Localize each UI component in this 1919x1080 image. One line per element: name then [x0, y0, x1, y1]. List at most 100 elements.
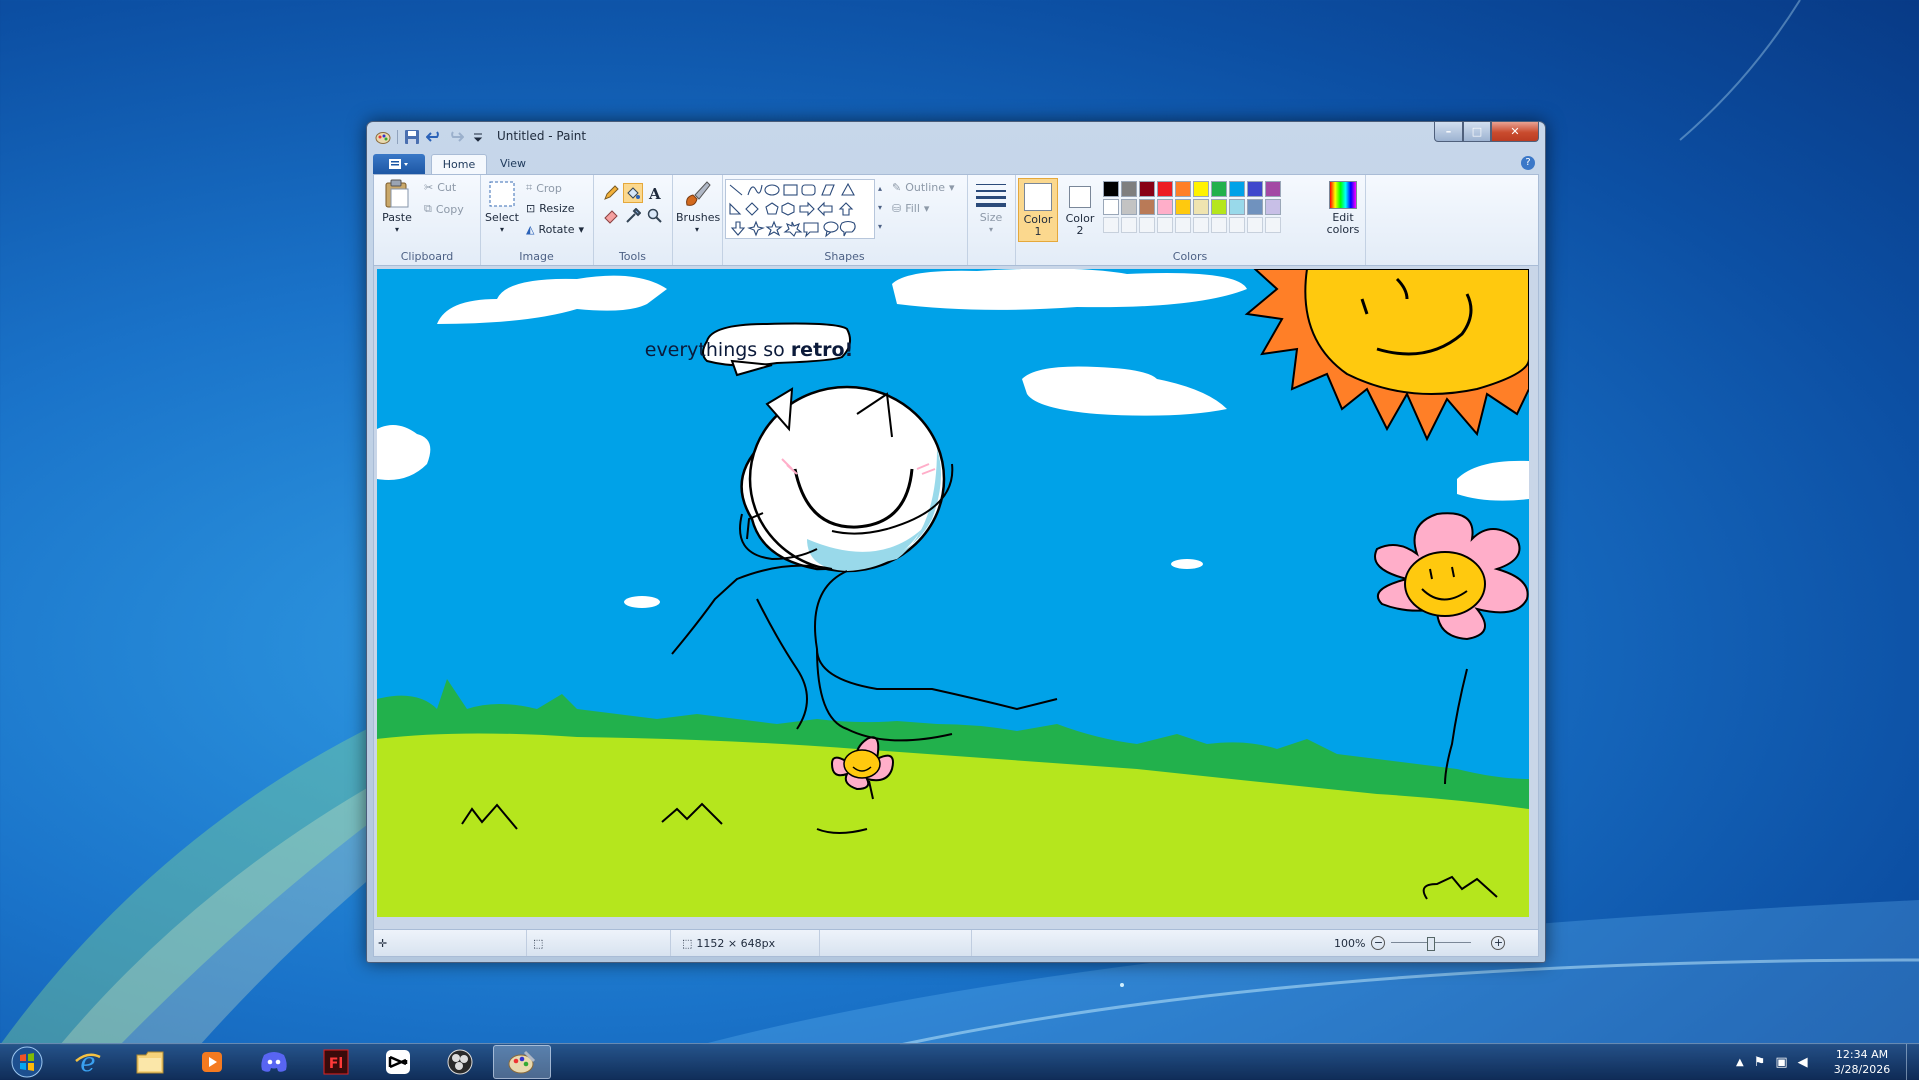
shapes-gallery[interactable]: [725, 179, 875, 239]
maximize-button[interactable]: □: [1463, 122, 1491, 142]
save-icon[interactable]: [404, 129, 420, 145]
redo-icon[interactable]: [448, 129, 464, 145]
palette-swatch[interactable]: [1121, 199, 1137, 215]
taskbar-discord[interactable]: [245, 1045, 303, 1079]
outline-button[interactable]: ✎ Outline ▾: [892, 181, 955, 194]
resize-label: Resize: [539, 202, 575, 215]
palette-swatch-empty[interactable]: [1247, 217, 1263, 233]
palette-swatch-empty[interactable]: [1103, 217, 1119, 233]
resize-button[interactable]: ⊡ Resize: [526, 202, 574, 215]
select-button[interactable]: Select ▾: [484, 179, 520, 236]
crop-button[interactable]: ⌗ Crop: [526, 181, 562, 195]
palette-swatch[interactable]: [1103, 181, 1119, 197]
palette-swatch[interactable]: [1265, 181, 1281, 197]
palette-swatch[interactable]: [1175, 181, 1191, 197]
copy-button[interactable]: ⧉ Copy: [424, 202, 464, 216]
palette-swatch[interactable]: [1157, 181, 1173, 197]
text-icon[interactable]: A: [645, 183, 665, 203]
palette-swatch-empty[interactable]: [1211, 217, 1227, 233]
close-button[interactable]: ✕: [1491, 122, 1539, 142]
colors-group-label: Colors: [1172, 250, 1208, 263]
palette-swatch[interactable]: [1229, 199, 1245, 215]
flash-icon: Fl: [323, 1049, 349, 1075]
palette-swatch-empty[interactable]: [1265, 217, 1281, 233]
eraser-icon[interactable]: [601, 206, 621, 226]
network-icon[interactable]: ▣: [1775, 1055, 1787, 1070]
media-player-icon: [202, 1052, 222, 1072]
tools-group-label: Tools: [618, 250, 647, 263]
fill-bucket-icon[interactable]: [623, 183, 643, 203]
palette-swatch[interactable]: [1247, 199, 1263, 215]
palette-swatch[interactable]: [1175, 199, 1191, 215]
taskbar-file-explorer[interactable]: [121, 1045, 179, 1079]
palette-swatch-empty[interactable]: [1229, 217, 1245, 233]
zoom-slider-thumb[interactable]: [1427, 937, 1436, 951]
palette-swatch-empty[interactable]: [1121, 217, 1137, 233]
title-bar[interactable]: Untitled - Paint – □ ✕: [367, 122, 1545, 152]
clock[interactable]: 12:34 AM 3/28/2026: [1832, 1047, 1892, 1077]
paint-menu-button[interactable]: [373, 154, 425, 174]
magnifier-icon[interactable]: [645, 206, 665, 226]
volume-icon[interactable]: ◀: [1798, 1055, 1808, 1070]
zoom-out-icon[interactable]: −: [1371, 936, 1386, 950]
size-button[interactable]: Size ▾: [973, 181, 1009, 236]
cut-button[interactable]: ✂ Cut: [424, 181, 456, 194]
fill-button[interactable]: ⛁ Fill ▾: [892, 202, 929, 215]
palette-swatch[interactable]: [1265, 199, 1281, 215]
palette-swatch[interactable]: [1211, 199, 1227, 215]
palette-swatch-empty[interactable]: [1139, 217, 1155, 233]
canvas-area[interactable]: everythings so retro!: [373, 265, 1539, 930]
tab-home[interactable]: Home: [431, 154, 487, 175]
help-icon[interactable]: ?: [1521, 156, 1535, 170]
paint-app-icon[interactable]: [375, 129, 391, 145]
speech-text: everythings so retro!: [645, 339, 854, 361]
color-palette: [1103, 181, 1323, 243]
zoom-in-icon[interactable]: +: [1491, 936, 1506, 950]
taskbar-media-player[interactable]: [183, 1045, 241, 1079]
palette-swatch[interactable]: [1139, 199, 1155, 215]
palette-swatch-empty[interactable]: [1157, 217, 1173, 233]
drawing-canvas[interactable]: everythings so retro!: [377, 269, 1529, 917]
color2-button[interactable]: Color 2: [1061, 178, 1099, 242]
palette-swatch[interactable]: [1193, 181, 1209, 197]
taskbar-obs[interactable]: [431, 1045, 489, 1079]
palette-swatch[interactable]: [1103, 199, 1119, 215]
action-center-flag-icon[interactable]: ⚑: [1754, 1055, 1766, 1070]
brushes-button[interactable]: Brushes ▾: [676, 179, 720, 236]
zoom-controls: 100% − +: [1334, 930, 1506, 956]
palette-swatch-empty[interactable]: [1175, 217, 1191, 233]
color2-swatch: [1069, 186, 1091, 208]
edit-colors-button[interactable]: Edit colors: [1325, 179, 1361, 236]
pencil-icon[interactable]: [601, 183, 621, 203]
customize-toolbar-icon[interactable]: [470, 129, 486, 145]
start-button[interactable]: [5, 1045, 49, 1079]
taskbar-capcut[interactable]: [369, 1045, 427, 1079]
rotate-button[interactable]: ◭ Rotate ▾: [526, 223, 584, 236]
zoom-slider[interactable]: [1391, 937, 1472, 951]
palette-swatch-empty[interactable]: [1193, 217, 1209, 233]
selection-size-icon: ⬚: [533, 936, 544, 950]
palette-swatch[interactable]: [1247, 181, 1263, 197]
undo-icon[interactable]: [426, 129, 442, 145]
color-picker-icon[interactable]: [623, 206, 643, 226]
taskbar-internet-explorer[interactable]: e: [59, 1045, 117, 1079]
shapes-scroll[interactable]: ▴ ▾ ▾: [875, 179, 885, 237]
color1-button[interactable]: Color 1: [1018, 178, 1058, 242]
palette-swatch[interactable]: [1157, 199, 1173, 215]
palette-swatch[interactable]: [1193, 199, 1209, 215]
minimize-button[interactable]: –: [1434, 122, 1463, 142]
canvas-size-cell: ⬚ 1152 × 648px: [672, 930, 820, 956]
paint-window: Untitled - Paint – □ ✕ Home View ? Paste…: [366, 121, 1546, 963]
ribbon-tabs: Home View ?: [373, 152, 1537, 175]
taskbar-paint[interactable]: [493, 1045, 551, 1079]
paste-button[interactable]: Paste ▾: [378, 179, 416, 236]
show-hidden-icons[interactable]: ▲: [1736, 1057, 1744, 1068]
shapes-icon: [729, 182, 856, 238]
tab-view[interactable]: View: [491, 154, 535, 174]
show-desktop-button[interactable]: [1906, 1044, 1919, 1080]
taskbar-flash[interactable]: Fl: [307, 1045, 365, 1079]
palette-swatch[interactable]: [1211, 181, 1227, 197]
palette-swatch[interactable]: [1121, 181, 1137, 197]
palette-swatch[interactable]: [1139, 181, 1155, 197]
palette-swatch[interactable]: [1229, 181, 1245, 197]
